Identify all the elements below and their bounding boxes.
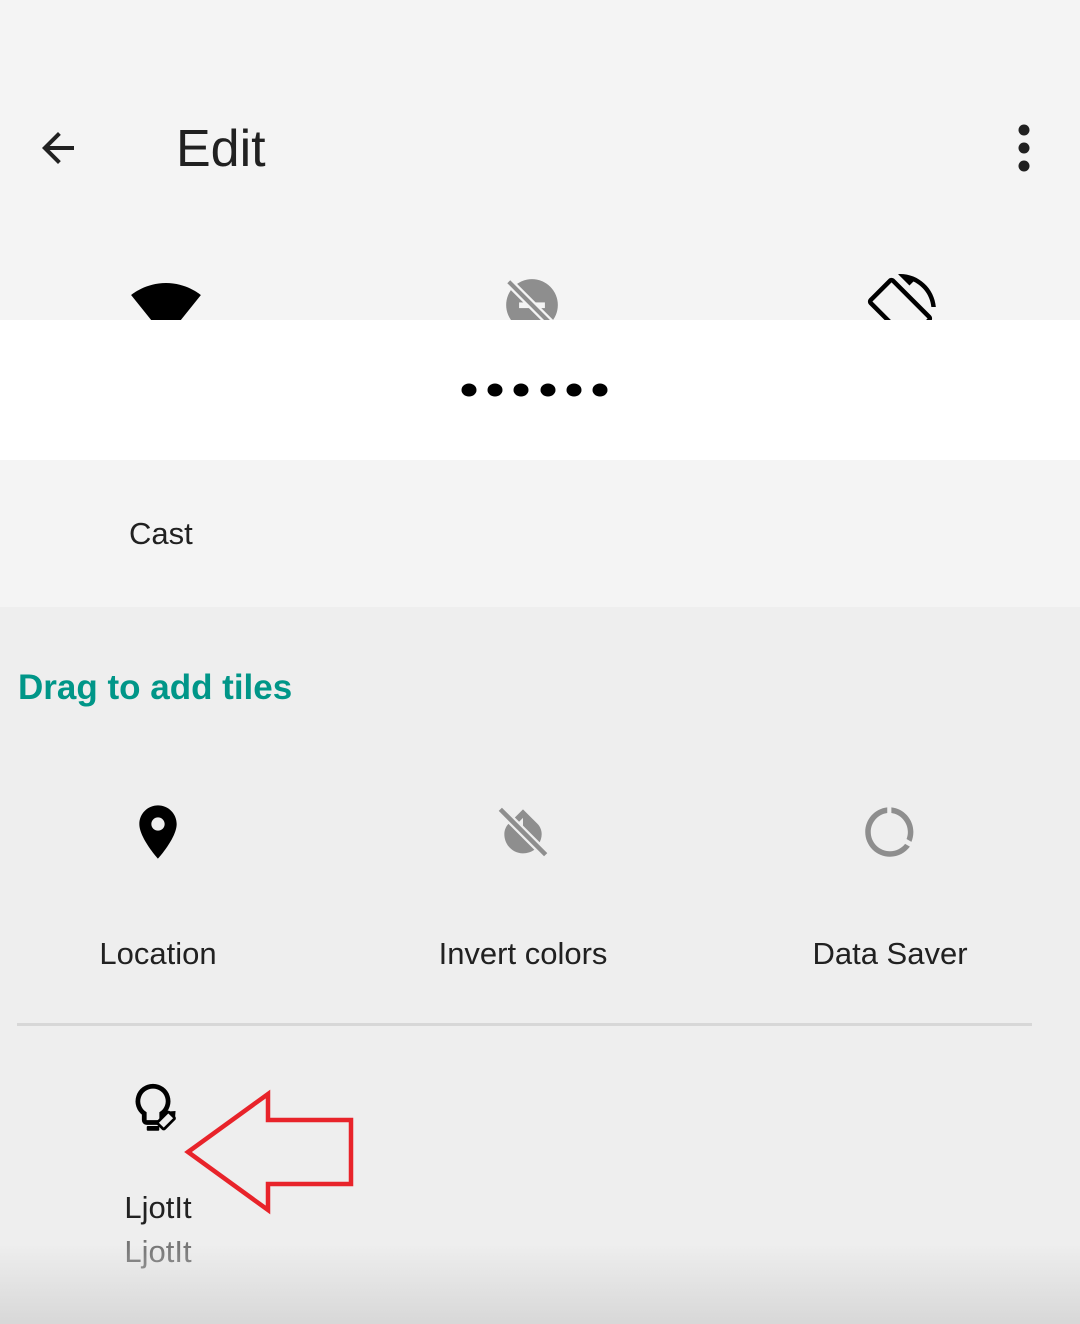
location-pin-icon <box>118 792 198 872</box>
tile-ljotit-sublabel: LjotIt <box>124 1234 192 1269</box>
page-title: Edit <box>176 120 266 178</box>
auto-rotate-icon <box>867 274 936 320</box>
red-arrow-icon <box>184 1089 354 1215</box>
arrow-back-icon <box>42 132 74 164</box>
add-tiles-header: Drag to add tiles <box>18 668 293 707</box>
masked-text-dots <box>0 320 1080 460</box>
wifi-icon <box>131 283 201 320</box>
tile-invert-colors[interactable]: Invert colors <box>373 792 673 974</box>
back-button[interactable] <box>18 108 98 188</box>
cast-tile-label[interactable]: Cast <box>129 514 193 554</box>
masked-region <box>0 320 1080 460</box>
toolbar: Edit <box>0 0 1080 240</box>
do-not-disturb-tile[interactable] <box>492 274 572 320</box>
auto-rotate-tile[interactable] <box>860 274 940 320</box>
wifi-tile[interactable] <box>126 274 206 320</box>
quick-settings-edit-screen: Edit Cast Drag to add tiles Location Inv… <box>0 0 1080 1324</box>
data-saver-icon <box>850 792 930 872</box>
tile-location-label: Location <box>99 936 217 971</box>
more-options-button[interactable] <box>994 108 1054 188</box>
do-not-disturb-off-icon <box>505 278 558 320</box>
tile-location[interactable]: Location <box>8 792 308 974</box>
more-vert-icon <box>1018 124 1030 172</box>
tile-data-saver[interactable]: Data Saver <box>740 792 1040 974</box>
invert-colors-off-icon <box>483 792 563 872</box>
tile-invert-colors-label: Invert colors <box>438 936 608 971</box>
divider <box>17 1023 1032 1026</box>
current-tiles-row <box>0 240 1080 320</box>
tile-data-saver-label: Data Saver <box>812 936 968 971</box>
